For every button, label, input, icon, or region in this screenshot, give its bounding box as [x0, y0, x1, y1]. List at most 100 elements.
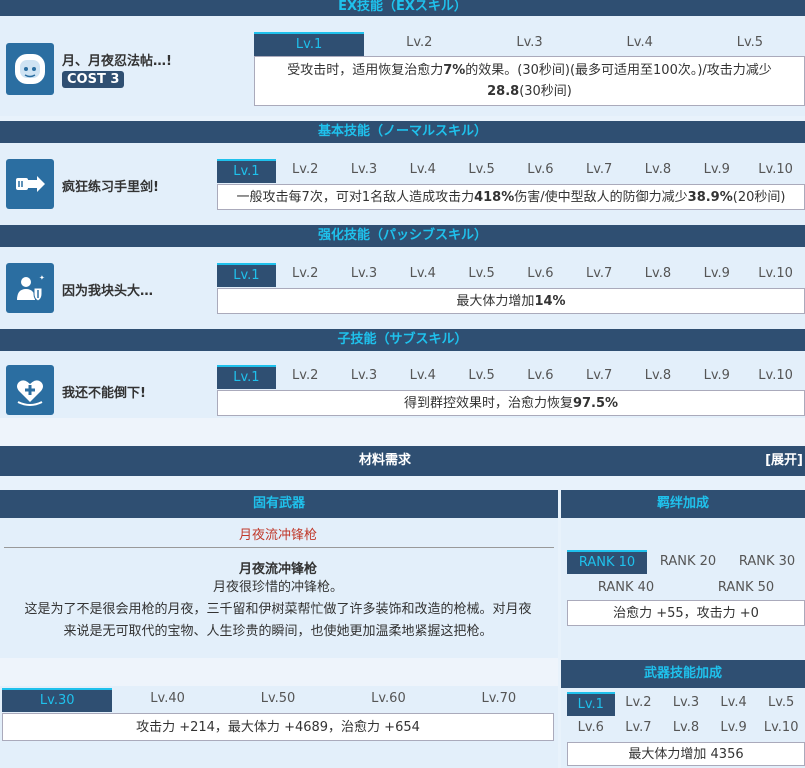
sub-tab-lv6[interactable]: Lv.6 — [511, 365, 570, 389]
normal-tab-lv9[interactable]: Lv.9 — [687, 159, 746, 183]
passive-tab-lv7[interactable]: Lv.7 — [570, 263, 629, 287]
normal-skill-row: 疯狂练习手里剑! Lv.1 Lv.2 Lv.3 Lv.4 Lv.5 Lv.6 L… — [0, 143, 805, 225]
hooded-face-icon — [15, 54, 45, 84]
bond-rank-40[interactable]: RANK 40 — [581, 576, 671, 600]
bond-rank-10[interactable]: RANK 10 — [567, 550, 647, 574]
passive-tab-lv2[interactable]: Lv.2 — [276, 263, 335, 287]
bond-panel: 羁绊加成 RANK 10 RANK 20 RANK 30 RANK 40 RAN… — [561, 490, 805, 660]
bond-stats: 治愈力 +55，攻击力 +0 — [567, 600, 805, 626]
ex-tab-lv4[interactable]: Lv.4 — [585, 32, 695, 56]
normal-tab-lv6[interactable]: Lv.6 — [511, 159, 570, 183]
bond-rank-20[interactable]: RANK 20 — [649, 550, 727, 574]
normal-skill-name: 疯狂练习手里剑! — [62, 180, 159, 195]
normal-tab-lv3[interactable]: Lv.3 — [335, 159, 394, 183]
normal-skill-description: 一般攻击每7次，可对1名敌人造成攻击力 418% 伤害/使中型敌人的防御力减少 38.… — [217, 184, 805, 210]
separator-band — [0, 418, 805, 446]
sub-tab-lv4[interactable]: Lv.4 — [393, 365, 452, 389]
sub-skill-row: 我还不能倒下! Lv.1 Lv.2 Lv.3 Lv.4 Lv.5 Lv.6 Lv… — [0, 351, 805, 421]
weapon-divider — [4, 547, 554, 548]
sub-skill-description: 得到群控效果时，治愈力恢复 97.5% — [217, 390, 805, 416]
normal-tab-lv4[interactable]: Lv.4 — [393, 159, 452, 183]
weapon-skill-tabs-row1: Lv.1 Lv.2 Lv.3 Lv.4 Lv.5 — [567, 692, 805, 716]
passive-tab-lv10[interactable]: Lv.10 — [746, 263, 805, 287]
weapon-skill-tabs-row2: Lv.6 Lv.7 Lv.8 Lv.9 Lv.10 — [567, 717, 805, 741]
normal-skill-header: 基本技能（ノーマルスキル） — [0, 121, 805, 143]
passive-tab-lv8[interactable]: Lv.8 — [629, 263, 688, 287]
passive-tab-lv3[interactable]: Lv.3 — [335, 263, 394, 287]
ex-tab-lv1[interactable]: Lv.1 — [254, 32, 365, 56]
sub-tab-lv2[interactable]: Lv.2 — [276, 365, 335, 389]
materials-title: 材料需求 — [358, 453, 411, 468]
ws-tab-lv3[interactable]: Lv.3 — [662, 692, 710, 716]
normal-tab-lv10[interactable]: Lv.10 — [746, 159, 805, 183]
person-shield-icon: ✦ — [17, 274, 45, 302]
passive-skill-row: ✦ 因为我块头大… Lv.1 Lv.2 Lv.3 Lv.4 Lv.5 Lv.6 … — [0, 247, 805, 329]
passive-tab-lv6[interactable]: Lv.6 — [511, 263, 570, 287]
weapon-tab-lv30[interactable]: Lv.30 — [2, 688, 113, 712]
sub-tab-lv5[interactable]: Lv.5 — [452, 365, 511, 389]
weapon-text-1: 这是为了不是很会用枪的月夜，三千留和伊树菜帮忙做了许多装饰和改造的枪械。对月夜 — [24, 602, 532, 617]
weapon-tab-lv60[interactable]: Lv.60 — [333, 688, 443, 712]
ws-tab-lv2[interactable]: Lv.2 — [615, 692, 663, 716]
sub-tab-lv8[interactable]: Lv.8 — [629, 365, 688, 389]
ws-tab-lv10[interactable]: Lv.10 — [757, 717, 805, 741]
svg-text:✦: ✦ — [39, 274, 45, 282]
weapon-level-tabs: Lv.30 Lv.40 Lv.50 Lv.60 Lv.70 — [2, 688, 554, 712]
ws-tab-lv6[interactable]: Lv.6 — [567, 717, 615, 741]
ex-tab-lv5[interactable]: Lv.5 — [695, 32, 805, 56]
ws-tab-lv5[interactable]: Lv.5 — [757, 692, 805, 716]
ex-skill-icon — [6, 43, 54, 95]
weapon-title: 月夜流冲锋枪 — [238, 562, 317, 577]
ws-tab-lv9[interactable]: Lv.9 — [710, 717, 758, 741]
weapon-panel: 固有武器 月夜流冲锋枪 月夜流冲锋枪 月夜很珍惜的冲锋枪。 这是为了不是很会用枪… — [0, 490, 558, 768]
bond-rank-50[interactable]: RANK 50 — [701, 576, 791, 600]
ws-tab-lv8[interactable]: Lv.8 — [662, 717, 710, 741]
normal-tab-lv2[interactable]: Lv.2 — [276, 159, 335, 183]
heart-plus-icon — [17, 380, 43, 406]
materials-bar: 材料需求 [展开] — [0, 446, 805, 476]
weapon-tab-lv70[interactable]: Lv.70 — [444, 688, 554, 712]
sub-tab-lv7[interactable]: Lv.7 — [570, 365, 629, 389]
ex-skill-header: EX技能（EXスキル） — [0, 0, 805, 16]
normal-tab-lv5[interactable]: Lv.5 — [452, 159, 511, 183]
weapon-skill-stats: 最大体力增加 4356 — [567, 742, 805, 766]
passive-skill-icon: ✦ — [6, 263, 54, 313]
normal-skill-icon — [6, 159, 54, 209]
weapon-skill-panel: 武器技能加成 Lv.1 Lv.2 Lv.3 Lv.4 Lv.5 Lv.6 Lv.… — [561, 660, 805, 768]
expand-link[interactable]: [展开] — [765, 446, 803, 476]
normal-tab-lv7[interactable]: Lv.7 — [570, 159, 629, 183]
weapon-name-red: 月夜流冲锋枪 — [238, 528, 317, 543]
ex-skill-row: 月、月夜忍法帖…! COST 3 Lv.1 Lv.2 Lv.3 Lv.4 Lv.… — [0, 16, 805, 116]
ws-tab-lv4[interactable]: Lv.4 — [710, 692, 758, 716]
ex-skill-description: 受攻击时，适用恢复治愈力7%的效果。(30秒间)(最多可适用至100次。)/攻击… — [254, 56, 805, 106]
sub-tab-lv1[interactable]: Lv.1 — [217, 365, 276, 389]
weapon-header: 固有武器 — [0, 490, 558, 518]
passive-tab-lv5[interactable]: Lv.5 — [452, 263, 511, 287]
sub-skill-name: 我还不能倒下! — [62, 386, 146, 401]
ex-level-tabs: Lv.1 Lv.2 Lv.3 Lv.4 Lv.5 — [254, 32, 805, 56]
passive-tab-lv9[interactable]: Lv.9 — [687, 263, 746, 287]
weapon-skill-header: 武器技能加成 — [561, 660, 805, 688]
passive-skill-description: 最大体力增加 14% — [217, 288, 805, 314]
bond-rank-30[interactable]: RANK 30 — [729, 550, 805, 574]
ex-skill-name: 月、月夜忍法帖…! — [62, 54, 172, 69]
ex-tab-lv3[interactable]: Lv.3 — [474, 32, 584, 56]
passive-tab-lv1[interactable]: Lv.1 — [217, 263, 276, 287]
bond-header: 羁绊加成 — [561, 490, 805, 518]
sub-tab-lv10[interactable]: Lv.10 — [746, 365, 805, 389]
ws-tab-lv7[interactable]: Lv.7 — [615, 717, 663, 741]
weapon-subtitle: 月夜很珍惜的冲锋枪。 — [212, 580, 343, 595]
ex-tab-lv2[interactable]: Lv.2 — [364, 32, 474, 56]
sub-level-tabs: Lv.1 Lv.2 Lv.3 Lv.4 Lv.5 Lv.6 Lv.7 Lv.8 … — [217, 365, 805, 389]
weapon-tab-lv40[interactable]: Lv.40 — [112, 688, 222, 712]
weapon-tab-lv50[interactable]: Lv.50 — [223, 688, 333, 712]
sub-tab-lv3[interactable]: Lv.3 — [335, 365, 394, 389]
normal-level-tabs: Lv.1 Lv.2 Lv.3 Lv.4 Lv.5 Lv.6 Lv.7 Lv.8 … — [217, 159, 805, 183]
normal-tab-lv8[interactable]: Lv.8 — [629, 159, 688, 183]
sub-skill-header: 子技能（サブスキル） — [0, 329, 805, 351]
sub-tab-lv9[interactable]: Lv.9 — [687, 365, 746, 389]
passive-skill-name: 因为我块头大… — [62, 284, 154, 299]
normal-tab-lv1[interactable]: Lv.1 — [217, 159, 276, 183]
passive-tab-lv4[interactable]: Lv.4 — [393, 263, 452, 287]
ws-tab-lv1[interactable]: Lv.1 — [567, 692, 615, 716]
